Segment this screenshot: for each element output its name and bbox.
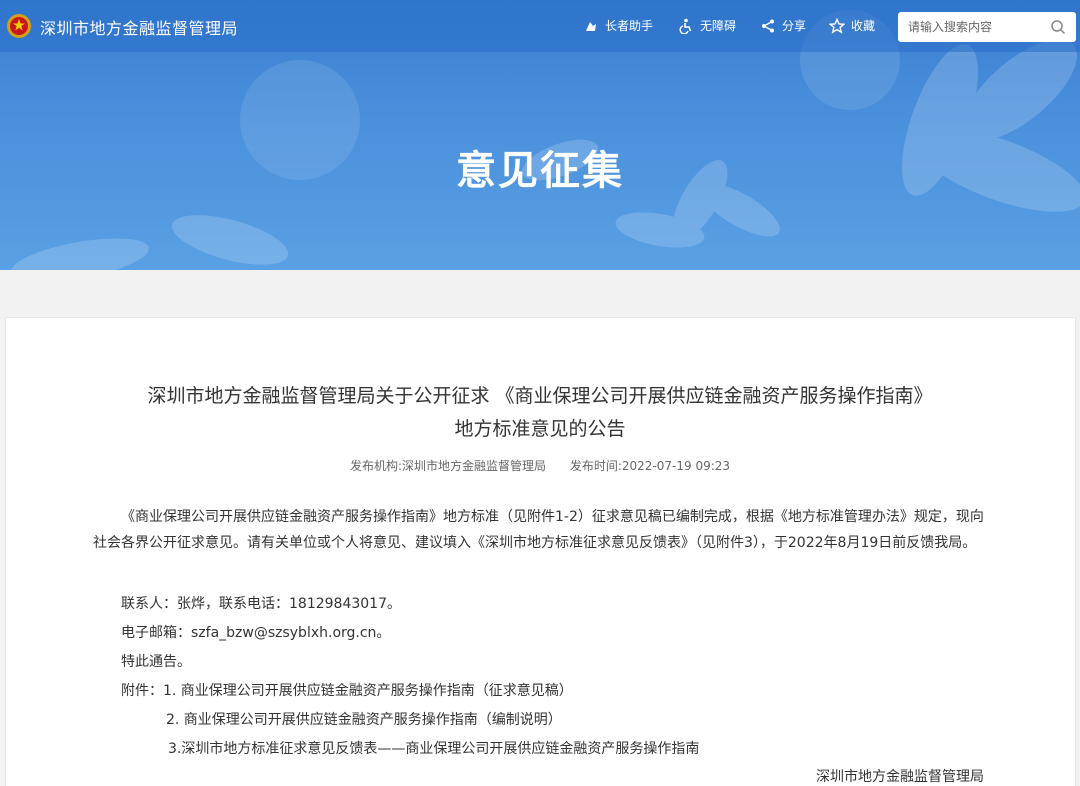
article-body: 《商业保理公司开展供应链金融资产服务操作指南》地方标准（见附件1-2）征求意见稿… — [93, 504, 993, 556]
search-box[interactable] — [898, 12, 1076, 42]
attachment-link-3[interactable]: 3.深圳市地方标准征求意见反馈表——商业保理公司开展供应链金融资产服务操作指南 — [168, 738, 699, 758]
attachments-label: 附件： — [121, 683, 163, 699]
site-title[interactable]: 深圳市地方金融监督管理局 — [40, 15, 238, 39]
emblem-logo[interactable] — [6, 13, 32, 39]
email-line: 电子邮箱：szfa_bzw@szsyblxh.org.cn。 — [121, 625, 391, 641]
search-icon[interactable] — [1050, 19, 1066, 35]
accessibility-icon — [679, 18, 692, 34]
notice-line: 特此通告。 — [121, 654, 191, 670]
share-button[interactable]: 分享 — [760, 17, 806, 34]
elder-assist-label: 长者助手 — [605, 19, 654, 33]
article-meta: 发布机构:深圳市地方金融监督管理局 发布时间:2022-07-19 09:23 — [0, 457, 1080, 474]
article-title: 深圳市地方金融监督管理局关于公开征求 《商业保理公司开展供应链金融资产服务操作指… — [0, 380, 1080, 446]
share-label: 分享 — [782, 19, 807, 33]
favorite-label: 收藏 — [851, 19, 876, 33]
publish-time-value: 2022-07-19 09:23 — [621, 459, 731, 473]
article-paragraph: 《商业保理公司开展供应链金融资产服务操作指南》地方标准（见附件1-2）征求意见稿… — [93, 509, 984, 551]
banner: 深圳市地方金融监督管理局 长者助手 无障碍 分享 收藏 请输入搜索内容 意见征集 — [0, 0, 1080, 270]
elder-assist-button[interactable]: 长者助手 — [583, 17, 653, 34]
article-title-line2: 地方标准意见的公告 — [454, 418, 626, 440]
star-icon — [829, 17, 845, 34]
attachment-link-1[interactable]: 1. 商业保理公司开展供应链金融资产服务操作指南（征求意见稿） — [163, 680, 573, 700]
article-title-line1: 深圳市地方金融监督管理局关于公开征求 《商业保理公司开展供应链金融资产服务操作指… — [147, 385, 933, 407]
publisher-value: 深圳市地方金融监督管理局 — [402, 459, 547, 473]
share-icon — [762, 19, 774, 32]
search-input[interactable] — [908, 18, 1048, 36]
attachment-link-2[interactable]: 2. 商业保理公司开展供应链金融资产服务操作指南（编制说明） — [166, 709, 562, 729]
accessibility-button[interactable]: 无障碍 — [678, 17, 736, 34]
contact-line: 联系人：张烨，联系电话：18129843017。 — [121, 596, 401, 612]
publish-time-info: 发布时间:2022-07-19 09:23 — [570, 459, 730, 473]
signature: 深圳市地方金融监督管理局 — [816, 769, 984, 785]
favorite-button[interactable]: 收藏 — [829, 17, 875, 34]
banner-title: 意见征集 — [456, 148, 624, 194]
publish-time-label: 发布时间: — [569, 459, 622, 473]
publisher-info: 发布机构:深圳市地方金融监督管理局 — [350, 459, 546, 473]
accessibility-label: 无障碍 — [700, 19, 737, 33]
top-bar: 深圳市地方金融监督管理局 长者助手 无障碍 分享 收藏 请输入搜索内容 — [0, 0, 1080, 52]
elder-assist-icon — [586, 21, 596, 31]
publisher-label: 发布机构: — [349, 459, 402, 473]
